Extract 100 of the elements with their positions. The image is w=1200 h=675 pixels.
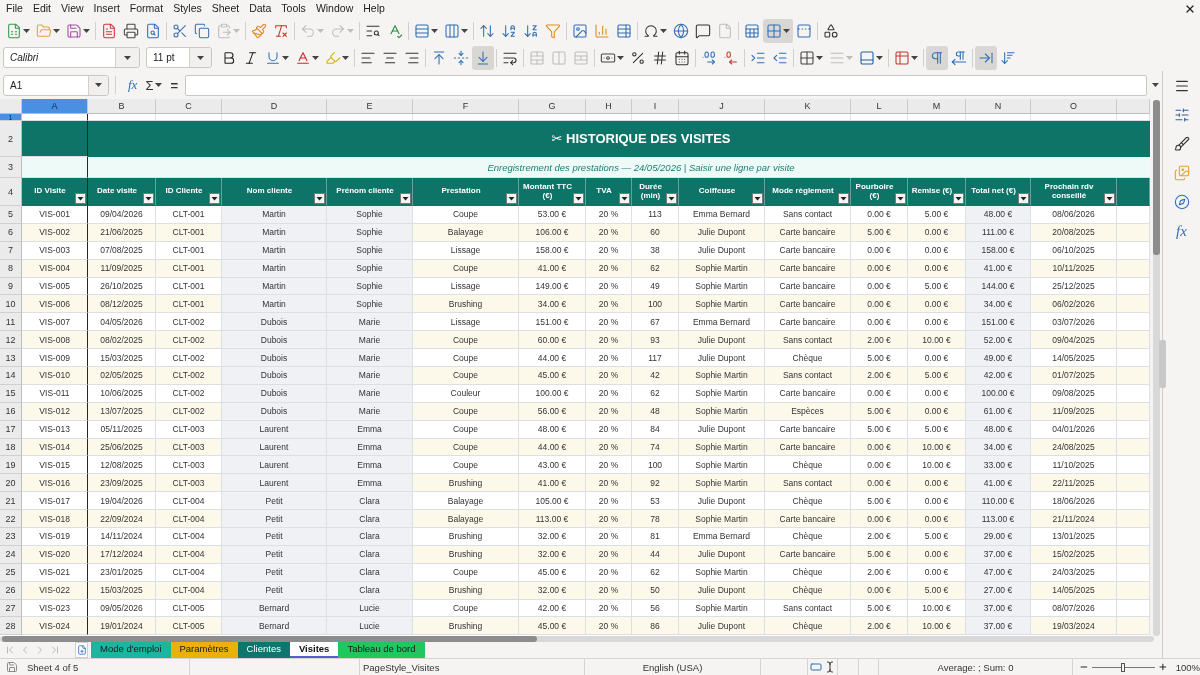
caret-icon[interactable]: [911, 55, 918, 60]
font-name-field[interactable]: Calibri: [3, 47, 140, 68]
row-header[interactable]: 19: [0, 456, 22, 475]
caret-icon[interactable]: [876, 55, 883, 60]
row-header[interactable]: 23: [0, 528, 22, 546]
function-wizard-button[interactable]: fx: [124, 77, 142, 93]
menu-item[interactable]: Tools: [276, 1, 311, 16]
toolbar-button[interactable]: [763, 18, 793, 43]
menu-item[interactable]: Styles: [168, 1, 207, 16]
caret-icon[interactable]: [816, 55, 823, 60]
column-header[interactable]: M: [908, 99, 966, 114]
menu-item[interactable]: Help: [358, 1, 390, 16]
font-color-icon[interactable]: [295, 49, 311, 66]
sum-button[interactable]: Σ: [141, 77, 167, 93]
menu-item[interactable]: Insert: [88, 1, 125, 16]
row-header[interactable]: 22: [0, 510, 22, 529]
filter-dropdown-icon[interactable]: [666, 193, 677, 204]
row-header[interactable]: 13: [0, 349, 22, 367]
row-header[interactable]: 28: [0, 617, 22, 636]
filter-dropdown-icon[interactable]: [752, 193, 763, 204]
column-header[interactable]: O: [1031, 99, 1117, 114]
filter-dropdown-icon[interactable]: [838, 193, 849, 204]
sliders-icon[interactable]: [1173, 107, 1190, 123]
row-header[interactable]: 10: [0, 295, 22, 314]
filter-dropdown-icon[interactable]: [400, 193, 411, 204]
functions-button[interactable]: fx: [1176, 223, 1187, 239]
row-header[interactable]: 11: [0, 313, 22, 332]
dropdown-button[interactable]: [88, 75, 108, 95]
formula-input[interactable]: [185, 74, 1148, 96]
horizontal-scrollbar[interactable]: [0, 635, 1154, 642]
column-header[interactable]: B: [88, 99, 156, 114]
sidebar-handle[interactable]: [1159, 340, 1166, 388]
caret-icon[interactable]: [53, 28, 60, 33]
filter-dropdown-icon[interactable]: [1104, 193, 1115, 204]
name-box[interactable]: A1: [3, 74, 109, 96]
caret-icon[interactable]: [660, 28, 667, 33]
column-header[interactable]: L: [851, 99, 908, 114]
border-color-icon[interactable]: [859, 49, 875, 66]
filter-dropdown-icon[interactable]: [1018, 193, 1029, 204]
caret-icon[interactable]: [617, 55, 624, 60]
caret-icon[interactable]: [282, 55, 289, 60]
column-header[interactable]: A: [22, 99, 88, 114]
caret-icon[interactable]: [23, 28, 30, 33]
caret-icon[interactable]: [197, 55, 204, 60]
filter-dropdown-icon[interactable]: [314, 193, 325, 204]
caret-icon[interactable]: [1152, 83, 1159, 87]
dropdown-button[interactable]: [115, 48, 139, 67]
compass-icon[interactable]: [1173, 194, 1190, 210]
filter-dropdown-icon[interactable]: [619, 193, 630, 204]
row-header[interactable]: 20: [0, 474, 22, 493]
caret-icon[interactable]: [431, 28, 438, 33]
vertical-scrollbar[interactable]: [1152, 100, 1160, 636]
column-header[interactable]: J: [679, 99, 765, 114]
column-header[interactable]: K: [765, 99, 851, 114]
caret-icon[interactable]: [155, 83, 163, 87]
menu-item[interactable]: Sheet: [206, 1, 245, 16]
filter-dropdown-icon[interactable]: [953, 193, 964, 204]
filter-dropdown-icon[interactable]: [209, 193, 220, 204]
column-header[interactable]: F: [413, 99, 519, 114]
menu-item[interactable]: File: [1, 1, 28, 16]
row-header[interactable]: 12: [0, 331, 22, 350]
column-header[interactable]: I: [632, 99, 679, 114]
menu-icon[interactable]: [1173, 78, 1190, 94]
filter-dropdown-icon[interactable]: [573, 193, 584, 204]
row-header[interactable]: 3: [0, 157, 22, 178]
row-header[interactable]: 2: [0, 121, 22, 157]
filter-dropdown-icon[interactable]: [75, 193, 86, 204]
caret-icon[interactable]: [312, 55, 319, 60]
caret-icon[interactable]: [783, 28, 790, 33]
row-header[interactable]: 21: [0, 492, 22, 511]
filter-dropdown-icon[interactable]: [506, 193, 517, 204]
caret-icon[interactable]: [124, 55, 131, 60]
caret-icon[interactable]: [95, 83, 102, 87]
borders-icon[interactable]: [799, 49, 815, 66]
filter-dropdown-icon[interactable]: [143, 193, 154, 204]
column-header[interactable]: N: [966, 99, 1031, 114]
omega-icon[interactable]: [643, 22, 659, 39]
row-header[interactable]: 4: [0, 178, 22, 206]
font-size-field[interactable]: 11 pt: [146, 47, 212, 68]
menu-item[interactable]: Data: [244, 1, 277, 16]
caret-icon[interactable]: [83, 28, 90, 33]
row-header[interactable]: 14: [0, 367, 22, 385]
menu-item[interactable]: Format: [124, 1, 169, 16]
menu-item[interactable]: View: [56, 1, 89, 16]
brush-icon[interactable]: [1173, 136, 1190, 152]
rectangle-icon[interactable]: [809, 661, 822, 673]
menu-item[interactable]: Window: [310, 1, 359, 16]
column-header[interactable]: D: [222, 99, 327, 114]
column-header[interactable]: C: [156, 99, 222, 114]
menu-item[interactable]: Edit: [27, 1, 56, 16]
column-header[interactable]: H: [586, 99, 632, 114]
filter-dropdown-icon[interactable]: [895, 193, 906, 204]
row-header[interactable]: 5: [0, 206, 22, 224]
dropdown-button[interactable]: [189, 48, 211, 67]
zoom-slider-thumb[interactable]: [1121, 662, 1126, 672]
column-header[interactable]: G: [519, 99, 586, 114]
zoom-in-icon[interactable]: [1157, 662, 1168, 672]
caret-icon[interactable]: [461, 28, 468, 33]
caret-icon[interactable]: [342, 55, 349, 60]
column-header[interactable]: E: [327, 99, 413, 114]
